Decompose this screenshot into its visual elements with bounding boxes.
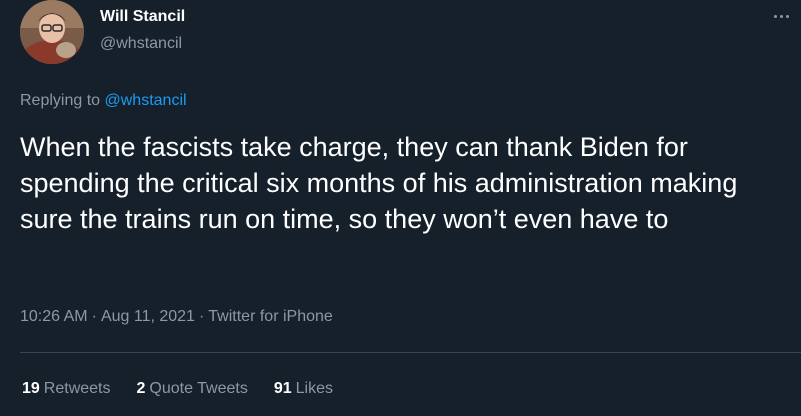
likes-label: Likes [295, 380, 333, 397]
replying-to-handle-link[interactable]: @whstancil [105, 92, 187, 109]
tweet-date[interactable]: Aug 11, 2021 [101, 308, 195, 325]
retweets-stat[interactable]: 19 Retweets [22, 380, 111, 398]
quote-tweets-count: 2 [136, 380, 146, 397]
tweet-time[interactable]: 10:26 AM [20, 308, 88, 325]
likes-count: 91 [273, 380, 292, 397]
tweet-metadata: 10:26 AM · Aug 11, 2021 · Twitter for iPhone [20, 308, 333, 326]
more-options-icon[interactable] [768, 6, 794, 26]
likes-stat[interactable]: 91 Likes [274, 380, 333, 398]
retweets-count: 19 [22, 380, 40, 397]
author-handle[interactable]: @whstancil [100, 35, 182, 53]
quote-tweets-stat[interactable]: 2 Quote Tweets [137, 380, 248, 398]
more-dot [785, 14, 789, 18]
avatar[interactable] [20, 0, 84, 64]
quote-tweets-label: Quote Tweets [149, 380, 248, 397]
tweet-text: When the fascists take charge, they can … [20, 132, 738, 234]
more-dot [773, 14, 777, 18]
meta-separator: · [198, 308, 205, 325]
divider [20, 352, 801, 353]
tweet-stats: 19 Retweets 2 Quote Tweets 91 Likes [22, 380, 333, 398]
author-name[interactable]: Will Stancil [100, 8, 185, 26]
retweets-label: Retweets [43, 380, 111, 397]
tweet-card: Will Stancil @whstancil Replying to @whs… [0, 0, 801, 416]
replying-to: Replying to @whstancil [20, 92, 187, 110]
more-dot [779, 14, 783, 18]
tweet-source[interactable]: Twitter for iPhone [208, 308, 333, 325]
replying-to-label: Replying to [20, 92, 101, 109]
meta-separator: · [91, 308, 97, 325]
